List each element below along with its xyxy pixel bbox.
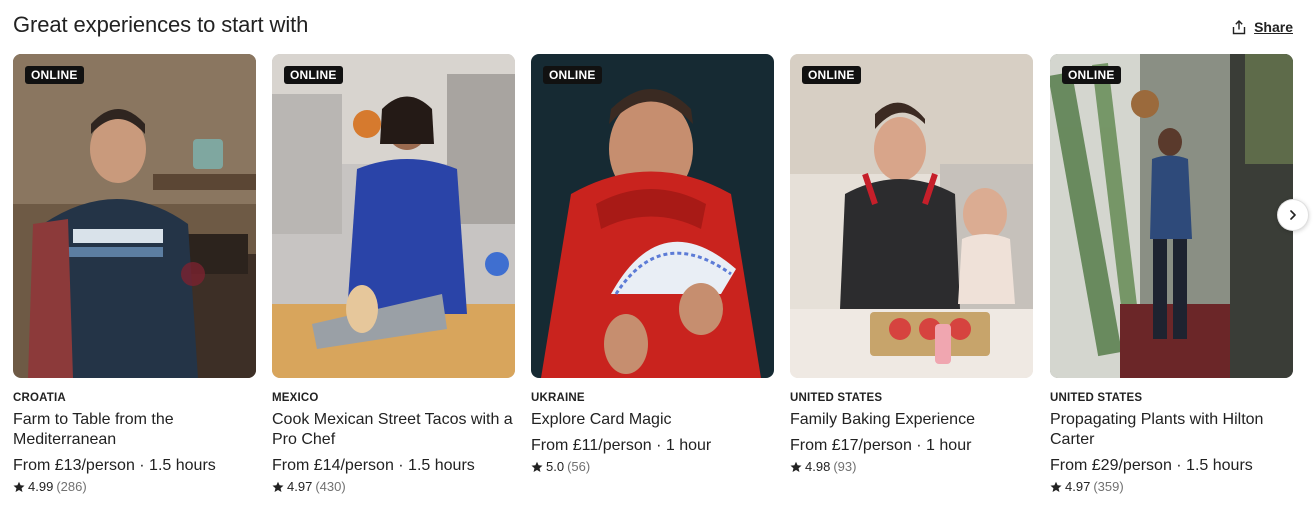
section-title: Great experiences to start with (13, 12, 309, 37)
experience-price: From £17/person · 1 hour (790, 437, 972, 454)
chevron-right-icon (1290, 210, 1296, 220)
star-icon (531, 461, 543, 472)
online-badge: ONLINE (1062, 66, 1121, 84)
online-badge: ONLINE (543, 66, 602, 84)
experience-rating: 4.97 (359) (1050, 479, 1293, 494)
review-count: (359) (1093, 479, 1124, 494)
experience-country: MEXICO (272, 392, 319, 404)
review-count: (286) (56, 479, 87, 494)
experience-name[interactable]: Explore Card Magic (531, 410, 774, 430)
experience-photo: ONLINE (272, 54, 515, 378)
rating-value: 4.99 (28, 479, 54, 494)
experience-country: UNITED STATES (790, 392, 883, 404)
star-icon (790, 461, 802, 472)
experience-name[interactable]: Family Baking Experience (790, 410, 1033, 430)
rating-value: 5.0 (546, 459, 565, 474)
star-icon (272, 481, 284, 492)
experience-price: From £29/person · 1.5 hours (1050, 457, 1253, 474)
experience-rating: 4.99 (286) (13, 479, 256, 494)
star-icon (1050, 481, 1062, 492)
online-badge: ONLINE (802, 66, 861, 84)
rating-value: 4.98 (805, 459, 831, 474)
experience-name[interactable]: Farm to Table from the Mediterranean (13, 410, 256, 450)
experience-photo: ONLINE (790, 54, 1033, 378)
experience-card[interactable]: ONLINE UNITED STATES Propagating Plants … (1050, 54, 1293, 494)
experience-price: From £11/person · 1 hour (531, 437, 712, 454)
experience-rating: 5.0 (56) (531, 459, 774, 474)
experience-country: CROATIA (13, 392, 66, 404)
share-button[interactable]: Share (1232, 19, 1293, 35)
experience-rating: 4.97 (430) (272, 479, 515, 494)
experience-card[interactable]: ONLINE MEXICO Cook Mexican Street Tacos … (272, 54, 515, 494)
review-count: (56) (567, 459, 591, 474)
experience-photo: ONLINE (1050, 54, 1293, 378)
experience-price: From £13/person · 1.5 hours (13, 457, 216, 474)
experience-rating: 4.98 (93) (790, 459, 1033, 474)
experience-carousel: ONLINE CROATIA Farm to Table from the Me… (13, 54, 1293, 504)
rating-value: 4.97 (1065, 479, 1091, 494)
star-icon (13, 481, 25, 492)
experience-photo: ONLINE (531, 54, 774, 378)
experience-card[interactable]: ONLINE CROATIA Farm to Table from the Me… (13, 54, 256, 494)
share-icon (1232, 19, 1246, 34)
experience-card[interactable]: ONLINE UKRAINE Explore Card Magic From £… (531, 54, 774, 474)
rating-value: 4.97 (287, 479, 313, 494)
review-count: (430) (315, 479, 346, 494)
share-label: Share (1254, 19, 1293, 35)
experience-card[interactable]: ONLINE UNITED STATES Family Baking Exper… (790, 54, 1033, 474)
experience-country: UNITED STATES (1050, 392, 1143, 404)
experience-name[interactable]: Cook Mexican Street Tacos with a Pro Che… (272, 410, 515, 450)
carousel-next-button[interactable] (1277, 199, 1309, 231)
review-count: (93) (833, 459, 857, 474)
experience-country: UKRAINE (531, 392, 585, 404)
online-badge: ONLINE (25, 66, 84, 84)
section-header: Great experiences to start with Share (13, 10, 1293, 44)
online-badge: ONLINE (284, 66, 343, 84)
experience-name[interactable]: Propagating Plants with Hilton Carter (1050, 410, 1293, 450)
experience-photo: ONLINE (13, 54, 256, 378)
experience-price: From £14/person · 1.5 hours (272, 457, 475, 474)
